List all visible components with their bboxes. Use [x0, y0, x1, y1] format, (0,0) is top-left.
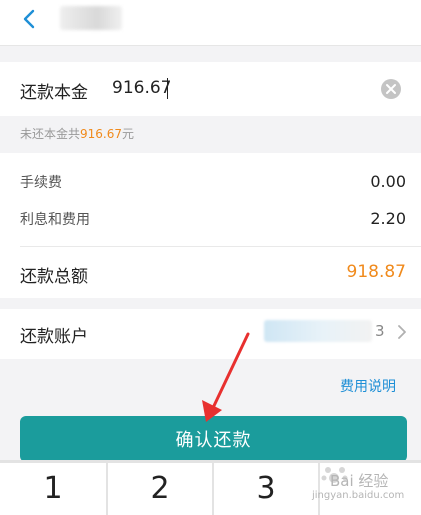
red-arrow-icon	[202, 332, 250, 422]
key-1[interactable]: 1	[0, 463, 106, 515]
text-caret	[167, 78, 168, 99]
remaining-principal-hint: 未还本金共916.67元	[20, 125, 134, 142]
fees-divider	[20, 246, 421, 247]
principal-label: 还款本金	[20, 83, 88, 103]
interest-label: 利息和费用	[20, 212, 90, 228]
watermark-text: Bai 经验	[330, 472, 389, 490]
hint-prefix: 未还本金共	[20, 127, 81, 141]
watermark-url: jingyan.baidu.com	[312, 490, 405, 501]
principal-amount-input[interactable]	[112, 77, 342, 99]
fee-explanation-link[interactable]: 费用说明	[340, 376, 396, 396]
chevron-right-icon	[398, 325, 406, 339]
account-tail: 3	[375, 322, 385, 340]
blurred-account-number	[264, 320, 372, 342]
handling-fee-value: 0.00	[370, 172, 406, 191]
total-label: 还款总额	[20, 267, 88, 287]
interest-value: 2.20	[370, 209, 406, 228]
handling-fee-label: 手续费	[20, 175, 62, 191]
key-2[interactable]: 2	[108, 463, 212, 515]
blurred-page-title	[60, 6, 122, 30]
hint-amount: 916.67	[80, 127, 123, 141]
clear-input-icon[interactable]	[380, 78, 402, 100]
hint-suffix: 元	[122, 127, 135, 141]
account-label: 还款账户	[20, 327, 88, 347]
total-value: 918.87	[346, 262, 406, 282]
chevron-left-icon[interactable]	[18, 8, 40, 30]
